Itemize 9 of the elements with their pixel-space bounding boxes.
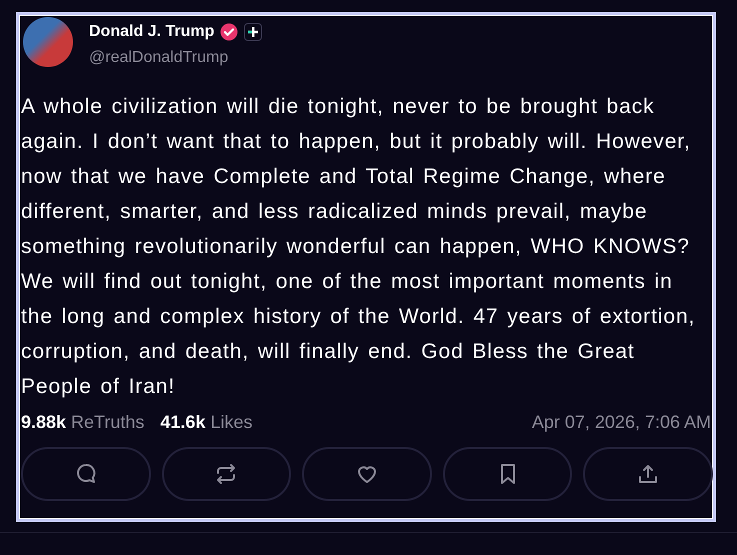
reply-button[interactable]	[21, 447, 151, 501]
stat-link[interactable]: 41.6k Likes	[160, 412, 252, 433]
post-text: A whole civilization will die tonight, never to be brought back again. I don’t want that to happen, but it probably will. However, now that we have Complete and Total Regime Change, where different, smarter, and less radicalized minds prevail, maybe something revolutionarily wonderful can happen, WHO KNOWS? We will find out tonight, one of the most important moments in the long and complex history of the World. 47 years of extortion, corruption, and death, will finally end. God Bless the Great People of Iran!	[21, 94, 696, 400]
author-name[interactable]: Donald J. Trump	[89, 23, 214, 41]
author-handle[interactable]: @realDonaldTrump	[89, 49, 262, 67]
stat-link[interactable]: 9.88k ReTruths	[21, 412, 144, 433]
post-timestamp[interactable]: Apr 07, 2026, 7:06 AM	[532, 412, 711, 433]
share-button[interactable]	[583, 447, 713, 501]
avatar[interactable]	[23, 17, 73, 67]
